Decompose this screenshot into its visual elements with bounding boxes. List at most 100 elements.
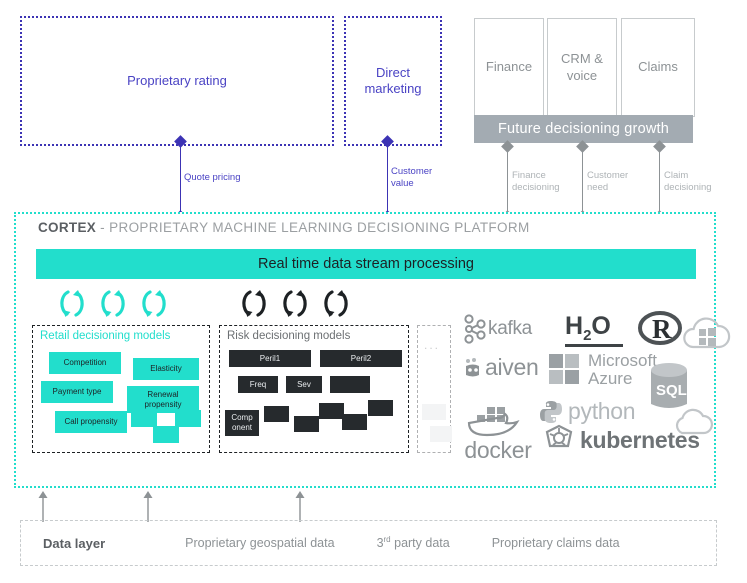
model-chip: Peril1 (229, 350, 311, 367)
model-chip-blank (175, 410, 201, 427)
python-label: python (568, 398, 636, 424)
r-icon: R (638, 311, 682, 345)
risk-cycle-icons (238, 288, 352, 319)
finance-box: Finance (474, 18, 544, 117)
crm-voice-box: CRM & voice (547, 18, 617, 117)
model-chip: Peril2 (320, 350, 402, 367)
model-chip-blank (294, 416, 319, 432)
model-chip-blank (368, 400, 393, 416)
crm-voice-label: CRM & voice (561, 50, 603, 83)
h2o-label: H2O (565, 312, 611, 344)
model-chip: Comp onent (225, 410, 259, 436)
microsoft-squares-icon (549, 353, 579, 384)
risk-decisioning-models-panel: Peril1 Peril2 Freq Sev Comp onent (219, 325, 409, 453)
retail-panel-title: Retail decisioning models (40, 330, 171, 342)
model-chip-blank (264, 406, 289, 422)
python-logo: python (538, 398, 636, 425)
finance-decisioning-label: Finance decisioning (512, 170, 560, 193)
cycle-arrow-icon (324, 290, 348, 317)
claims-label: Claims (638, 59, 678, 75)
r-logo: R (638, 310, 683, 348)
cloud-icon (683, 317, 731, 349)
quote-pricing-label: Quote pricing (184, 172, 241, 183)
ghost-chip (422, 404, 446, 420)
technology-logos-cluster: kafka H2O R aiven Microsoft Azure SQL py… (458, 306, 731, 464)
h2o-underline (565, 344, 623, 347)
cortex-platform-title: CORTEX - PROPRIETARY MACHINE LEARNING DE… (38, 220, 530, 235)
model-chip: Sev (286, 376, 322, 393)
diagram-canvas: Proprietary rating Direct marketing Fina… (0, 0, 747, 583)
finance-decisioning-connector (507, 146, 508, 216)
cycle-arrow-icon (242, 290, 266, 317)
model-chip-blank (330, 376, 370, 393)
kafka-label: kafka (488, 318, 532, 339)
cycle-arrow-icon (283, 290, 307, 317)
python-icon (540, 400, 562, 423)
real-time-stream-bar: Real time data stream processing (36, 249, 696, 279)
microsoft-azure-logo: Microsoft Azure (548, 352, 657, 388)
kafka-logo: kafka (462, 314, 532, 344)
aiven-label: aiven (485, 354, 539, 380)
claim-decisioning-connector (659, 146, 660, 216)
claims-box: Claims (621, 18, 695, 117)
model-chip-blank (342, 414, 367, 430)
svg-text:SQL: SQL (656, 382, 687, 399)
model-chip: Payment type (41, 381, 113, 403)
cycle-arrow-icon (60, 290, 84, 317)
ghost-chip (430, 426, 452, 442)
aiven-logo: aiven (461, 354, 539, 381)
kubernetes-logo: kubernetes (543, 424, 700, 456)
cortex-title-rest: - PROPRIETARY MACHINE LEARNING DECISIONI… (96, 220, 530, 235)
cortex-brand-label: CORTEX (38, 220, 97, 235)
data-layer-arrow (143, 491, 153, 522)
data-layer-arrow (295, 491, 305, 522)
model-chip: Competition (49, 352, 121, 374)
customer-need-connector (582, 146, 583, 216)
customer-value-label: Customer value (391, 166, 433, 189)
model-chip: Freq (238, 376, 278, 393)
additional-models-panel: ... (417, 325, 452, 453)
model-chip-blank (131, 410, 157, 427)
proprietary-rating-box: Proprietary rating (20, 16, 334, 146)
data-item-claims: Proprietary claims data (491, 536, 620, 550)
claim-decisioning-label: Claim decisioning (664, 170, 712, 193)
docker-icon (467, 407, 520, 437)
third-party-sup: rd (383, 535, 391, 545)
docker-logo: docker (463, 401, 533, 464)
proprietary-rating-label: Proprietary rating (127, 72, 227, 88)
model-chip: Call propensity (55, 411, 127, 433)
data-item-third-party: 3rd party data (377, 535, 450, 550)
kubernetes-label: kubernetes (580, 426, 700, 453)
customer-value-connector (387, 141, 388, 216)
quote-pricing-connector (180, 141, 181, 216)
cycle-arrow-icon (142, 290, 166, 317)
third-party-prefix: 3 (376, 536, 384, 551)
risk-panel-title: Risk decisioning models (227, 330, 351, 342)
data-layer-box: Data layer Proprietary geospatial data 3… (20, 520, 717, 566)
real-time-stream-label: Real time data stream processing (258, 256, 474, 272)
model-chip: Renewal propensity (127, 386, 199, 413)
direct-marketing-label: Direct marketing (364, 64, 422, 96)
future-decisioning-growth-label: Future decisioning growth (497, 121, 670, 137)
cycle-arrow-icon (101, 290, 125, 317)
azure-label: Azure (588, 368, 633, 388)
additional-models-ellipsis: ... (424, 338, 441, 352)
model-chip: Elasticity (133, 358, 199, 380)
retail-cycle-icons (56, 288, 170, 319)
aiven-icon (466, 357, 479, 376)
third-party-rest: party data (390, 536, 450, 551)
microsoft-label: Microsoft (588, 351, 657, 370)
kafka-icon (464, 314, 486, 344)
microsoft-cloud-logo (679, 314, 737, 354)
data-layer-arrow (38, 491, 48, 522)
kubernetes-icon (545, 424, 573, 448)
docker-label: docker (464, 437, 532, 463)
svg-text:R: R (652, 314, 672, 344)
finance-label: Finance (485, 59, 533, 75)
retail-decisioning-models-panel: Competition Elasticity Payment type Renewal… (32, 325, 210, 453)
model-chip-blank (319, 403, 344, 419)
model-chip-blank (153, 426, 179, 443)
customer-need-label: Customer need (587, 170, 629, 193)
direct-marketing-box: Direct marketing (344, 16, 442, 146)
data-item-geospatial: Proprietary geospatial data (185, 536, 335, 550)
